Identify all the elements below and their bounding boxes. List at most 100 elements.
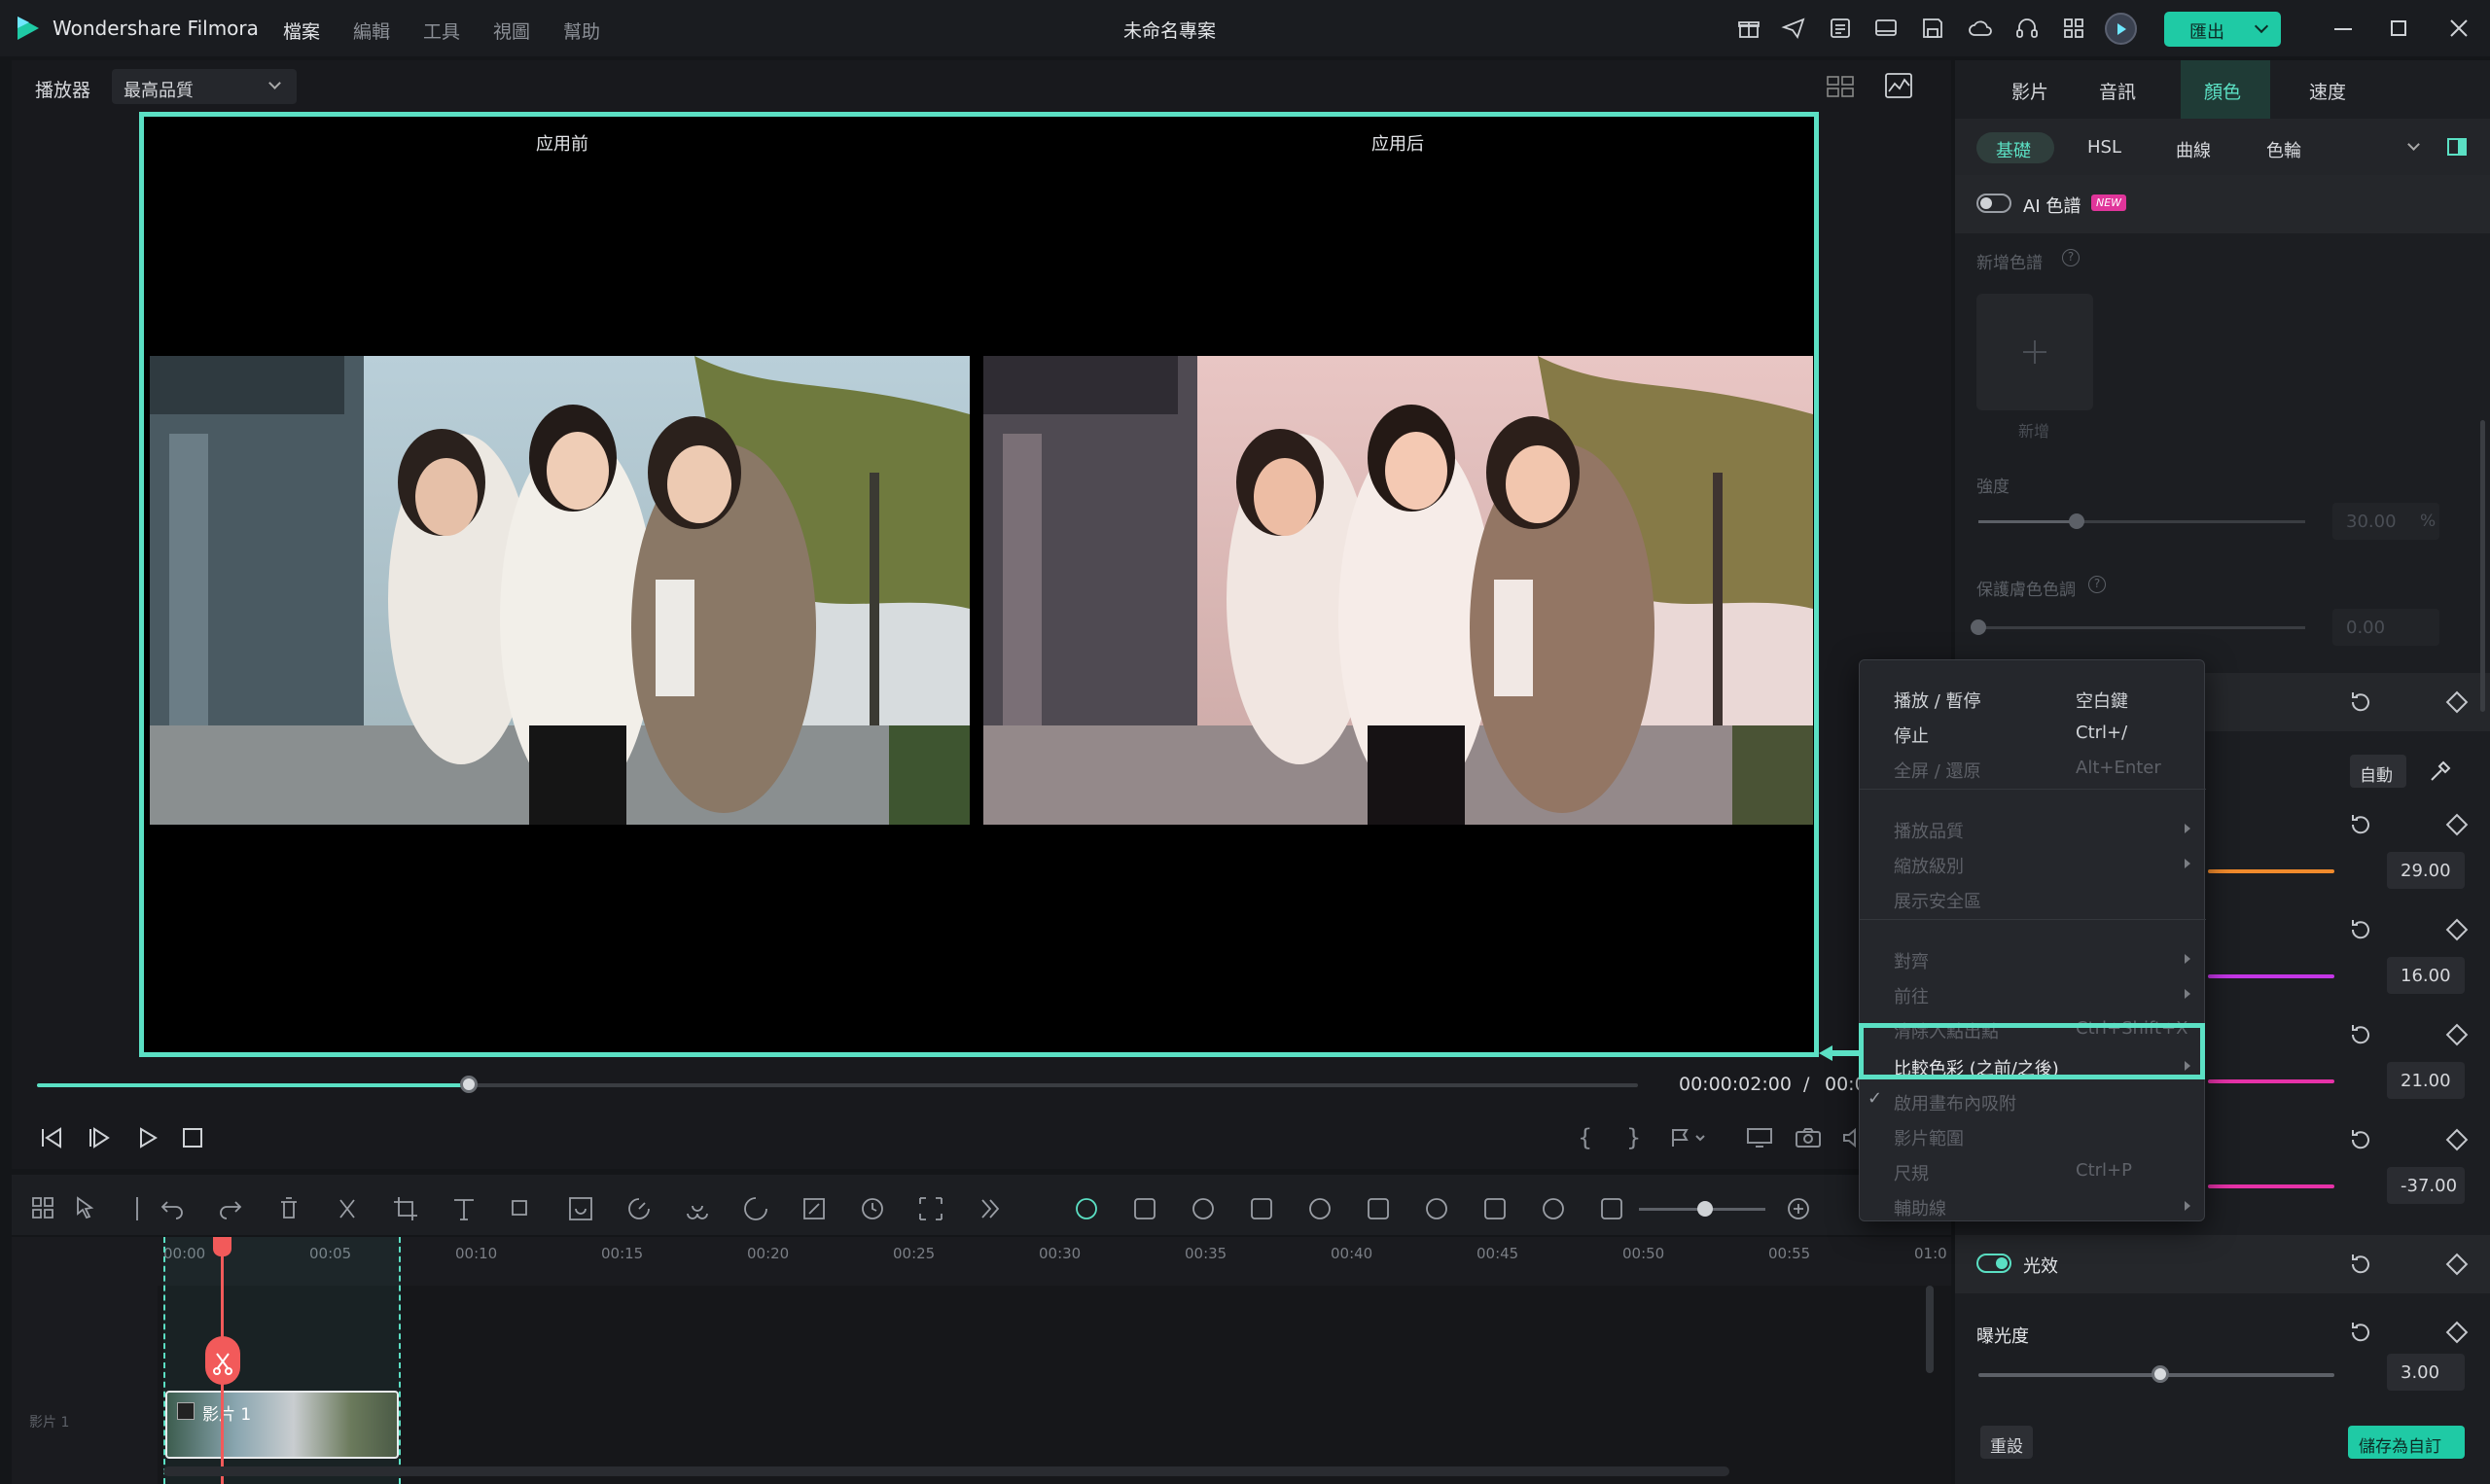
save-icon[interactable]: [1920, 16, 1945, 41]
zoom-fit-icon[interactable]: [916, 1194, 945, 1223]
redo-icon[interactable]: [216, 1194, 245, 1223]
crop-icon[interactable]: [391, 1194, 420, 1223]
row-value[interactable]: 21.00: [2387, 1062, 2465, 1099]
zoom-slider[interactable]: [1639, 1201, 1765, 1217]
layout-icon[interactable]: [29, 1194, 58, 1223]
row-slider-fill[interactable]: [2208, 1184, 2334, 1188]
monitor-icon[interactable]: [1873, 16, 1899, 41]
row-keyframe-icon[interactable]: [2445, 1128, 2469, 1151]
tab-speed[interactable]: 速度: [2309, 78, 2346, 104]
exposure-keyframe-icon[interactable]: [2445, 1321, 2469, 1344]
row-value[interactable]: -37.00: [2387, 1167, 2465, 1204]
row-slider-fill[interactable]: [2208, 1079, 2334, 1083]
subtab-more-chevron-icon[interactable]: [2407, 138, 2420, 151]
row-keyframe-icon[interactable]: [2445, 813, 2469, 836]
edit-icon[interactable]: [800, 1194, 829, 1223]
strength-slider-knob[interactable]: [2068, 513, 2084, 529]
timer-icon[interactable]: [858, 1194, 887, 1223]
reset-button[interactable]: 重設: [1980, 1426, 2033, 1459]
timeline-vscroll[interactable]: [1926, 1286, 1934, 1373]
stabilize-icon[interactable]: [1247, 1194, 1276, 1223]
panel-scrollbar[interactable]: [2480, 420, 2485, 712]
eyedropper-icon[interactable]: [2428, 759, 2453, 784]
export-button[interactable]: 匯出: [2164, 12, 2281, 47]
headset-icon[interactable]: [2014, 16, 2040, 41]
row-slider-fill[interactable]: [2208, 974, 2334, 978]
play-icon[interactable]: [136, 1126, 160, 1149]
tab-audio[interactable]: 音訊: [2099, 78, 2136, 104]
volume-icon[interactable]: [1841, 1126, 1859, 1149]
ai-palette-toggle[interactable]: [1976, 194, 2011, 213]
help-icon-skin[interactable]: ?: [2088, 576, 2106, 593]
row-keyframe-icon[interactable]: [2445, 918, 2469, 941]
exposure-value[interactable]: 3.00: [2387, 1354, 2465, 1391]
reset-icon[interactable]: [2347, 689, 2374, 716]
avatar[interactable]: [2105, 13, 2137, 45]
text-icon[interactable]: [449, 1194, 479, 1223]
shield-icon[interactable]: [1305, 1194, 1334, 1223]
speed-icon[interactable]: [624, 1194, 654, 1223]
stop-icon[interactable]: [183, 1128, 202, 1148]
row-value[interactable]: 16.00: [2387, 957, 2465, 994]
protect-skin-knob[interactable]: [1971, 619, 1986, 635]
menu-edit[interactable]: 編輯: [353, 18, 390, 44]
restore-icon[interactable]: [2391, 20, 2406, 36]
ai-portrait-icon[interactable]: [1072, 1194, 1101, 1223]
snapshot-tool-icon[interactable]: [1189, 1194, 1218, 1223]
compare-toggle-icon[interactable]: [2447, 138, 2467, 156]
strength-slider[interactable]: [1978, 513, 2305, 529]
next-frame-icon[interactable]: [87, 1126, 112, 1149]
menu-tools[interactable]: 工具: [423, 18, 460, 44]
undo-icon[interactable]: [158, 1194, 187, 1223]
row-slider-fill[interactable]: [2208, 869, 2334, 873]
news-icon[interactable]: [1828, 16, 1853, 41]
subtitle-icon[interactable]: [1422, 1194, 1451, 1223]
minimize-icon[interactable]: [2334, 28, 2352, 30]
cut-icon[interactable]: [333, 1194, 362, 1223]
row-reset-icon[interactable]: [2347, 1126, 2374, 1153]
grid-view-icon[interactable]: [1826, 74, 1855, 99]
color-match-icon[interactable]: [683, 1194, 712, 1223]
row-keyframe-icon[interactable]: [2445, 1023, 2469, 1046]
auto-button[interactable]: 自動: [2350, 755, 2406, 788]
menu-view[interactable]: 視圖: [493, 18, 530, 44]
help-icon[interactable]: ?: [2062, 249, 2080, 266]
exposure-reset-icon[interactable]: [2347, 1319, 2374, 1346]
send-icon[interactable]: [1781, 16, 1806, 41]
gift-icon[interactable]: [1736, 16, 1761, 41]
tab-video[interactable]: 影片: [2011, 78, 2048, 104]
marker-icon[interactable]: [1669, 1126, 1708, 1149]
progress-track[interactable]: [37, 1076, 1638, 1093]
save-custom-button[interactable]: 儲存為自訂: [2348, 1426, 2465, 1459]
mark-out-icon[interactable]: }: [1626, 1124, 1641, 1151]
row-value[interactable]: 29.00: [2387, 852, 2465, 889]
fit-icon[interactable]: [1539, 1194, 1568, 1223]
light-keyframe-icon[interactable]: [2445, 1253, 2469, 1276]
menu-help[interactable]: 幫助: [563, 18, 600, 44]
mic-icon[interactable]: [1364, 1194, 1393, 1223]
playhead-handle[interactable]: [213, 1237, 231, 1256]
subtab-hsl[interactable]: HSL: [2087, 137, 2121, 158]
mark-in-icon[interactable]: {: [1578, 1124, 1592, 1151]
row-reset-icon[interactable]: [2347, 1021, 2374, 1048]
tab-color[interactable]: 顏色: [2181, 60, 2270, 119]
menu-file[interactable]: 檔案: [283, 18, 320, 44]
row-reset-icon[interactable]: [2347, 916, 2374, 943]
split-scissors-icon[interactable]: [205, 1336, 240, 1385]
add-palette-button[interactable]: [1976, 294, 2093, 410]
mask-icon[interactable]: [566, 1194, 595, 1223]
protect-skin-slider[interactable]: [1971, 619, 2305, 635]
ai-icon[interactable]: [741, 1194, 770, 1223]
zoom-slider-knob[interactable]: [1697, 1201, 1713, 1217]
row-reset-icon[interactable]: [2347, 811, 2374, 838]
display-icon[interactable]: [1746, 1126, 1773, 1149]
quality-select[interactable]: 最高品質: [112, 69, 297, 104]
select-icon[interactable]: [72, 1194, 101, 1223]
exposure-slider[interactable]: [1978, 1365, 2334, 1383]
delete-icon[interactable]: [274, 1194, 303, 1223]
subtab-curves[interactable]: 曲線: [2176, 137, 2211, 162]
more-icon[interactable]: [975, 1194, 1004, 1223]
subtab-basic[interactable]: 基礎: [1976, 132, 2054, 163]
exposure-slider-knob[interactable]: [2151, 1365, 2169, 1383]
subtab-color-wheels[interactable]: 色輪: [2266, 137, 2301, 162]
